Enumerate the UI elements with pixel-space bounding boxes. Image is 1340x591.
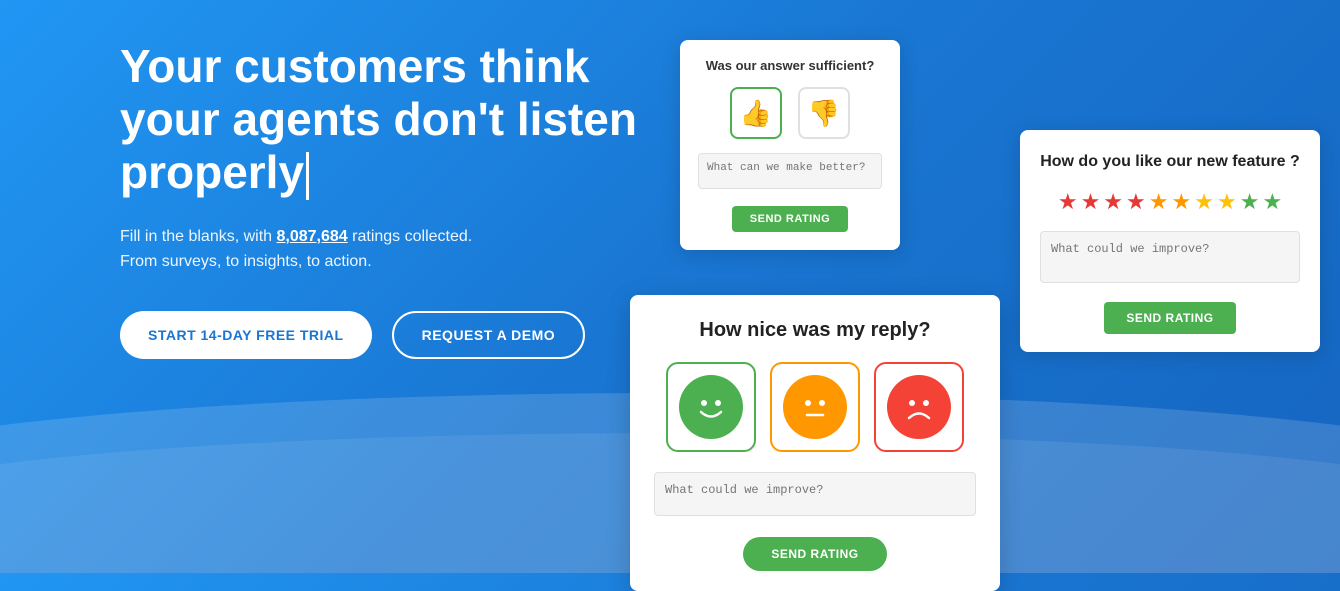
trial-button[interactable]: START 14-DAY FREE TRIAL xyxy=(120,311,372,359)
star-3[interactable]: ★ xyxy=(1103,189,1123,215)
star-5[interactable]: ★ xyxy=(1149,189,1169,215)
smiley-send-button[interactable]: SEND RATING xyxy=(743,537,886,571)
stars-feedback-input[interactable] xyxy=(1040,231,1300,283)
smiley-feedback-input[interactable] xyxy=(654,472,976,516)
sad-face-icon xyxy=(887,375,951,439)
star-1[interactable]: ★ xyxy=(1058,189,1078,215)
stars-card-title: How do you like our new feature ? xyxy=(1040,152,1300,173)
star-7[interactable]: ★ xyxy=(1194,189,1214,215)
thumbs-down-button[interactable]: 👎 xyxy=(798,87,850,139)
cta-buttons: START 14-DAY FREE TRIAL REQUEST A DEMO xyxy=(120,311,680,359)
demo-button[interactable]: REQUEST A DEMO xyxy=(392,311,586,359)
smileys-row xyxy=(654,362,976,452)
thumbs-card-title: Was our answer sufficient? xyxy=(698,58,882,73)
hero-section: Your customers think your agents don't l… xyxy=(120,40,680,359)
thumbs-feedback-input[interactable] xyxy=(698,153,882,189)
star-6[interactable]: ★ xyxy=(1172,189,1192,215)
star-9[interactable]: ★ xyxy=(1240,189,1260,215)
neutral-face-icon xyxy=(783,375,847,439)
star-10[interactable]: ★ xyxy=(1262,189,1282,215)
stars-send-button[interactable]: SEND RATING xyxy=(1104,302,1235,334)
happy-face-icon xyxy=(679,375,743,439)
stars-row: ★ ★ ★ ★ ★ ★ ★ ★ ★ ★ xyxy=(1040,189,1300,215)
neutral-smiley-button[interactable] xyxy=(770,362,860,452)
smiley-card-title: How nice was my reply? xyxy=(654,319,976,342)
main-heading: Your customers think your agents don't l… xyxy=(120,40,680,200)
thumbs-up-icon: 👍 xyxy=(740,98,772,129)
star-4[interactable]: ★ xyxy=(1126,189,1146,215)
star-2[interactable]: ★ xyxy=(1081,189,1101,215)
thumbs-row: 👍 👎 xyxy=(698,87,882,139)
happy-smiley-button[interactable] xyxy=(666,362,756,452)
sad-smiley-button[interactable] xyxy=(874,362,964,452)
smiley-card: How nice was my reply? xyxy=(630,295,1000,591)
hero-subtitle: Fill in the blanks, with 8,087,684 ratin… xyxy=(120,224,680,275)
thumbs-up-button[interactable]: 👍 xyxy=(730,87,782,139)
star-8[interactable]: ★ xyxy=(1217,189,1237,215)
thumbs-send-button[interactable]: SEND RATING xyxy=(732,206,848,232)
thumbs-down-icon: 👎 xyxy=(808,98,840,129)
thumbs-card: Was our answer sufficient? 👍 👎 SEND RATI… xyxy=(680,40,900,250)
survey-cards-area: Was our answer sufficient? 👍 👎 SEND RATI… xyxy=(600,30,1320,560)
stars-card: How do you like our new feature ? ★ ★ ★ … xyxy=(1020,130,1320,352)
